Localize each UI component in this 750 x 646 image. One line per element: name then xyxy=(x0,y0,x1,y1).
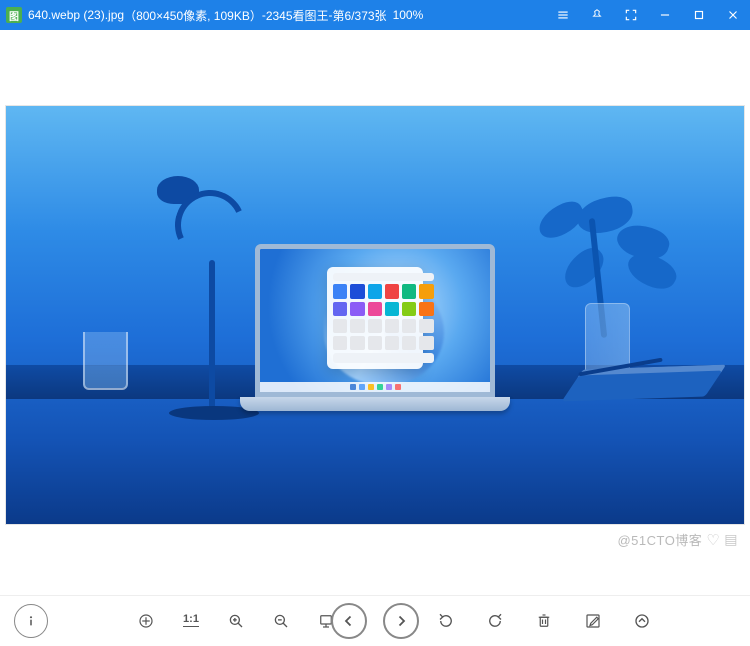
watermark: @51CTO博客 ♡ ▤ xyxy=(617,530,738,549)
close-icon xyxy=(726,8,740,22)
edit-button[interactable] xyxy=(575,603,611,639)
chevron-left-icon xyxy=(340,612,358,630)
app-name: 2345看图王 xyxy=(266,7,329,24)
zoom-in-icon xyxy=(227,612,245,630)
maximize-icon xyxy=(692,8,706,22)
file-dimensions: （800×450像素, 109KB） xyxy=(124,7,262,24)
trash-icon xyxy=(535,612,553,630)
fit-screen-button[interactable] xyxy=(128,603,164,639)
more-button[interactable] xyxy=(624,603,660,639)
fit-screen-icon xyxy=(137,612,155,630)
fullscreen-button[interactable] xyxy=(614,0,648,30)
window-controls xyxy=(546,0,750,30)
minimize-button[interactable] xyxy=(648,0,682,30)
next-image-button[interactable] xyxy=(383,603,419,639)
info-button[interactable] xyxy=(14,604,48,638)
fullscreen-icon xyxy=(624,8,638,22)
maximize-button[interactable] xyxy=(682,0,716,30)
menu-button[interactable] xyxy=(546,0,580,30)
bookmark-icon: ▤ xyxy=(724,531,738,548)
rotate-right-button[interactable] xyxy=(477,603,513,639)
menu-icon xyxy=(556,8,570,22)
watermark-text: @51CTO博客 xyxy=(617,530,702,549)
zoom-out-button[interactable] xyxy=(263,603,299,639)
rotate-left-icon xyxy=(437,612,455,630)
ratio-label: 1:1 xyxy=(183,614,199,627)
chevron-right-icon xyxy=(392,612,410,630)
close-button[interactable] xyxy=(716,0,750,30)
bottom-toolbar: 1:1 xyxy=(0,595,750,645)
edit-icon xyxy=(584,612,602,630)
image-viewport[interactable]: @51CTO博客 ♡ ▤ xyxy=(0,30,750,595)
pin-icon xyxy=(590,8,604,22)
file-name: 640.webp (23).jpg xyxy=(28,8,124,22)
page-counter: 第6/373张 xyxy=(333,7,387,24)
titlebar: 图 640.webp (23).jpg （800×450像素, 109KB） -… xyxy=(0,0,750,30)
rotate-right-icon xyxy=(486,612,504,630)
minimize-icon xyxy=(658,8,672,22)
delete-button[interactable] xyxy=(526,603,562,639)
heart-icon: ♡ xyxy=(706,531,720,549)
chevron-up-circle-icon xyxy=(633,612,651,630)
actual-size-button[interactable]: 1:1 xyxy=(173,603,209,639)
info-icon xyxy=(22,612,40,630)
zoom-out-icon xyxy=(272,612,290,630)
zoom-level: 100% xyxy=(393,8,424,22)
displayed-image xyxy=(6,106,744,524)
prev-image-button[interactable] xyxy=(331,603,367,639)
app-icon: 图 xyxy=(6,7,22,23)
zoom-in-button[interactable] xyxy=(218,603,254,639)
pin-button[interactable] xyxy=(580,0,614,30)
rotate-left-button[interactable] xyxy=(428,603,464,639)
